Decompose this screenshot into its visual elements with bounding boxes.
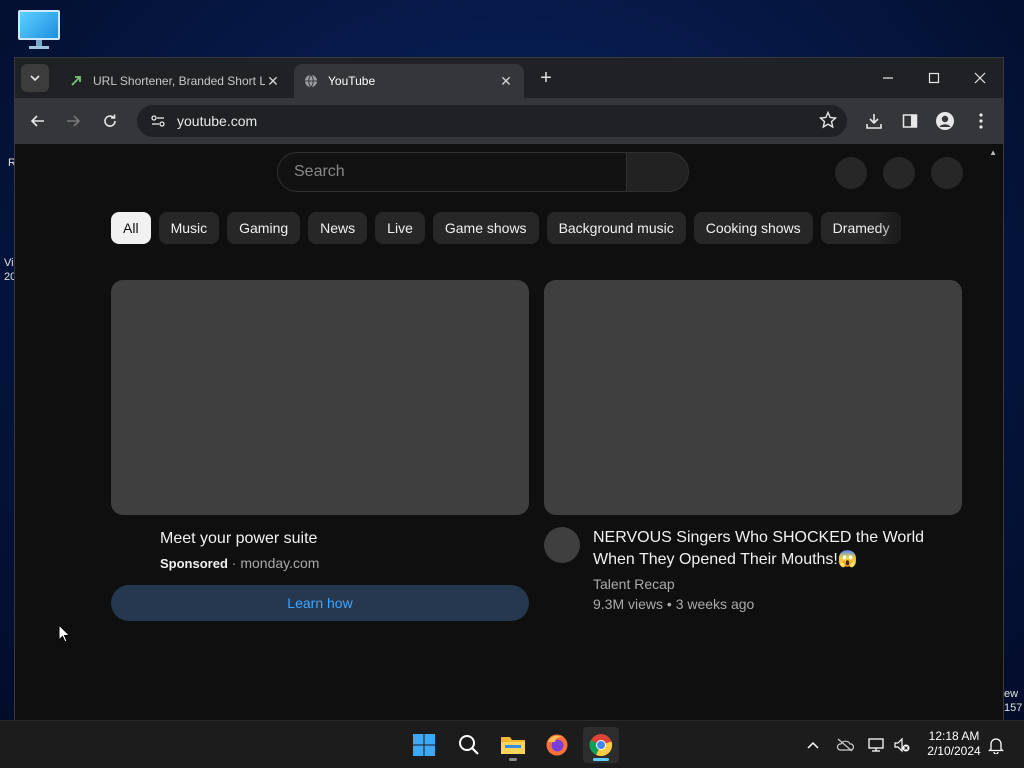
back-button[interactable] <box>25 108 51 134</box>
mouse-cursor-icon <box>58 624 71 643</box>
site-info-icon[interactable] <box>143 113 173 129</box>
video-title[interactable]: NERVOUS Singers Who SHOCKED the World Wh… <box>593 527 943 571</box>
forward-button[interactable] <box>60 108 86 134</box>
close-tab-icon[interactable]: ✕ <box>265 73 281 90</box>
url-shortener-favicon-icon <box>69 74 83 88</box>
arrow-right-icon <box>67 115 81 127</box>
taskbar-firefox[interactable] <box>539 727 575 763</box>
chevron-down-icon <box>30 75 40 82</box>
profile-icon[interactable] <box>934 110 956 132</box>
sponsored-label: Sponsored <box>160 556 228 571</box>
chip-gaming[interactable]: Gaming <box>227 212 301 244</box>
search-icon <box>459 735 479 755</box>
video-stats: 9.3M views • 3 weeks ago <box>593 596 755 612</box>
show-hidden-icons-chevron-icon[interactable] <box>803 735 823 755</box>
tab-strip: URL Shortener, Branded Short L ✕ YouTube… <box>15 58 1003 98</box>
video-thumbnail[interactable] <box>544 280 962 515</box>
close-tab-icon[interactable]: ✕ <box>498 73 514 90</box>
chip-live[interactable]: Live <box>375 212 425 244</box>
download-icon[interactable] <box>863 110 885 132</box>
volume-muted-icon[interactable] <box>892 735 912 755</box>
bookmark-star-icon[interactable] <box>818 110 838 134</box>
youtube-search-input[interactable]: Search <box>277 152 627 192</box>
close-window-button[interactable] <box>957 66 1003 90</box>
youtube-search-button[interactable] <box>626 152 689 192</box>
kebab-menu-icon[interactable] <box>970 110 992 132</box>
reload-button[interactable] <box>97 108 123 134</box>
url-text: youtube.com <box>177 113 258 129</box>
this-pc-desktop-icon[interactable] <box>18 10 62 50</box>
onedrive-offline-icon[interactable] <box>835 735 855 755</box>
taskbar-chrome[interactable] <box>583 727 619 763</box>
tab-title: URL Shortener, Branded Short L <box>93 74 265 88</box>
tab-youtube[interactable]: YouTube ✕ <box>294 64 524 98</box>
ad-thumbnail[interactable] <box>111 280 529 515</box>
clock-time: 12:18 AM <box>928 729 980 743</box>
desktop-label-fragment: 157 <box>1004 702 1023 714</box>
filter-chips-bar: All Music Gaming News Live Game shows Backgrou… <box>111 212 921 244</box>
firefox-icon <box>546 734 568 756</box>
maximize-icon <box>928 72 940 84</box>
side-panel-icon[interactable] <box>899 110 921 132</box>
chip-cooking-shows[interactable]: Cooking shows <box>693 212 813 244</box>
close-icon <box>974 72 986 84</box>
desktop-label-fragment: Vi <box>4 257 14 269</box>
minimize-button[interactable] <box>865 66 911 90</box>
chip-all[interactable]: All <box>111 212 151 244</box>
reload-icon <box>104 114 116 127</box>
network-icon[interactable] <box>867 735 887 755</box>
maximize-button[interactable] <box>911 66 957 90</box>
windows-logo-icon <box>413 734 435 756</box>
running-indicator <box>509 758 517 761</box>
notification-bell-icon[interactable] <box>986 735 1006 755</box>
clock-date: 2/10/2024 <box>927 744 981 758</box>
new-tab-button[interactable]: + <box>535 68 557 90</box>
tab-title: YouTube <box>328 74 376 88</box>
chip-game-shows[interactable]: Game shows <box>432 212 539 244</box>
ad-meta: Sponsored · monday.com <box>160 555 319 571</box>
chip-background-music[interactable]: Background music <box>546 212 686 244</box>
taskbar-search-button[interactable] <box>451 727 487 763</box>
chip-music[interactable]: Music <box>158 212 220 244</box>
chips-fade-overlay <box>875 212 925 244</box>
desktop-label-fragment: ew <box>1004 688 1019 700</box>
chrome-icon <box>589 734 613 757</box>
ad-domain: monday.com <box>240 555 320 571</box>
tab-url-shortener[interactable]: URL Shortener, Branded Short L ✕ <box>59 64 291 98</box>
ad-meta-separator: · <box>227 555 241 571</box>
chip-news[interactable]: News <box>308 212 368 244</box>
chrome-window: URL Shortener, Branded Short L ✕ YouTube… <box>14 57 1004 720</box>
address-bar[interactable]: youtube.com <box>137 105 847 137</box>
globe-icon <box>304 74 318 88</box>
youtube-search-box: Search <box>277 152 689 192</box>
ad-title[interactable]: Meet your power suite <box>160 530 317 548</box>
learn-how-button[interactable]: Learn how <box>111 585 529 621</box>
arrow-left-icon <box>30 115 44 127</box>
scroll-up-arrow-icon[interactable]: ▲ <box>989 148 997 157</box>
taskbar-file-explorer[interactable] <box>495 727 531 763</box>
browser-toolbar: youtube.com <box>15 98 1003 144</box>
channel-avatar[interactable] <box>544 527 580 563</box>
youtube-page: ▲ Search All Music Gaming News Live Game show… <box>15 144 1003 720</box>
tab-search-button[interactable] <box>21 64 49 92</box>
folder-icon <box>501 737 525 754</box>
start-button[interactable] <box>406 727 442 763</box>
create-button-placeholder[interactable] <box>835 157 867 189</box>
account-avatar-placeholder[interactable] <box>931 157 963 189</box>
channel-name[interactable]: Talent Recap <box>593 576 675 592</box>
minimize-icon <box>883 77 893 79</box>
windows-taskbar: 12:18 AM 2/10/2024 <box>0 720 1024 768</box>
active-indicator <box>593 758 609 761</box>
notifications-button-placeholder[interactable] <box>883 157 915 189</box>
taskbar-clock[interactable]: 12:18 AM 2/10/2024 <box>918 729 990 759</box>
